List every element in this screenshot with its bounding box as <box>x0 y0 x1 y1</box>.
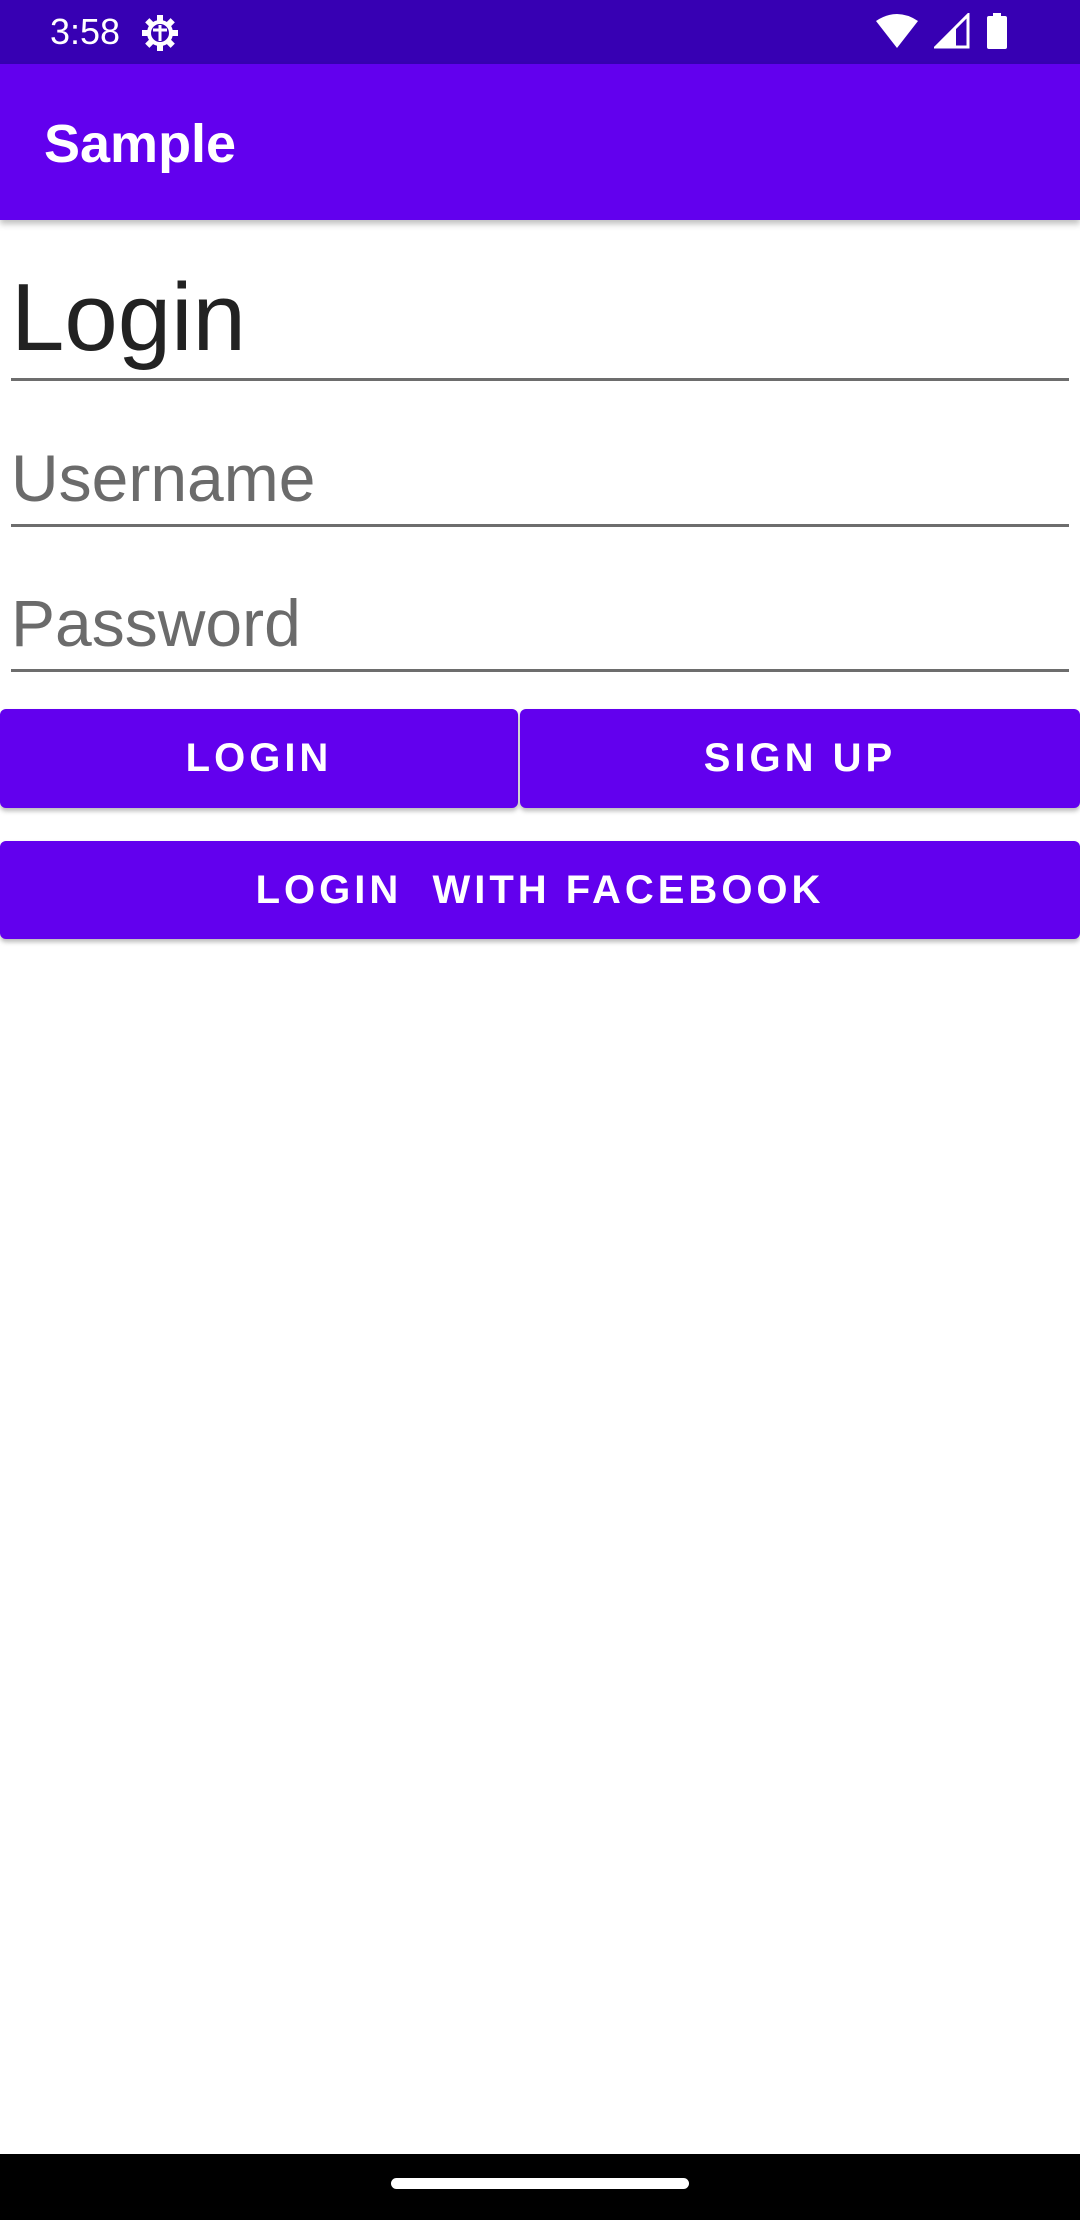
navigation-bar <box>0 2154 1080 2220</box>
login-button[interactable]: LOGIN <box>0 709 518 808</box>
settings-gear-icon <box>140 13 180 53</box>
page-title: Login <box>11 264 246 371</box>
app-title: Sample <box>44 114 237 174</box>
screen: 3:58 Sample Login Username LOGIN SIGN UP… <box>0 0 1080 2220</box>
username-input[interactable] <box>11 438 1069 518</box>
login-heading-field: Login <box>11 258 1069 381</box>
username-field[interactable] <box>11 430 1069 527</box>
status-bar: 3:58 <box>0 0 1080 64</box>
password-input[interactable] <box>11 583 1069 663</box>
login-with-facebook-button[interactable]: LOGIN WITH FACEBOOK <box>0 841 1080 939</box>
app-bar: Sample <box>0 64 1080 220</box>
status-icons <box>876 10 1008 54</box>
battery-icon <box>986 12 1008 54</box>
cellular-signal-icon <box>932 10 970 54</box>
home-handle[interactable] <box>391 2178 689 2189</box>
status-time: 3:58 <box>50 11 121 52</box>
signup-button[interactable]: SIGN UP <box>520 709 1080 808</box>
password-field[interactable] <box>11 575 1069 672</box>
wifi-icon <box>876 13 918 53</box>
